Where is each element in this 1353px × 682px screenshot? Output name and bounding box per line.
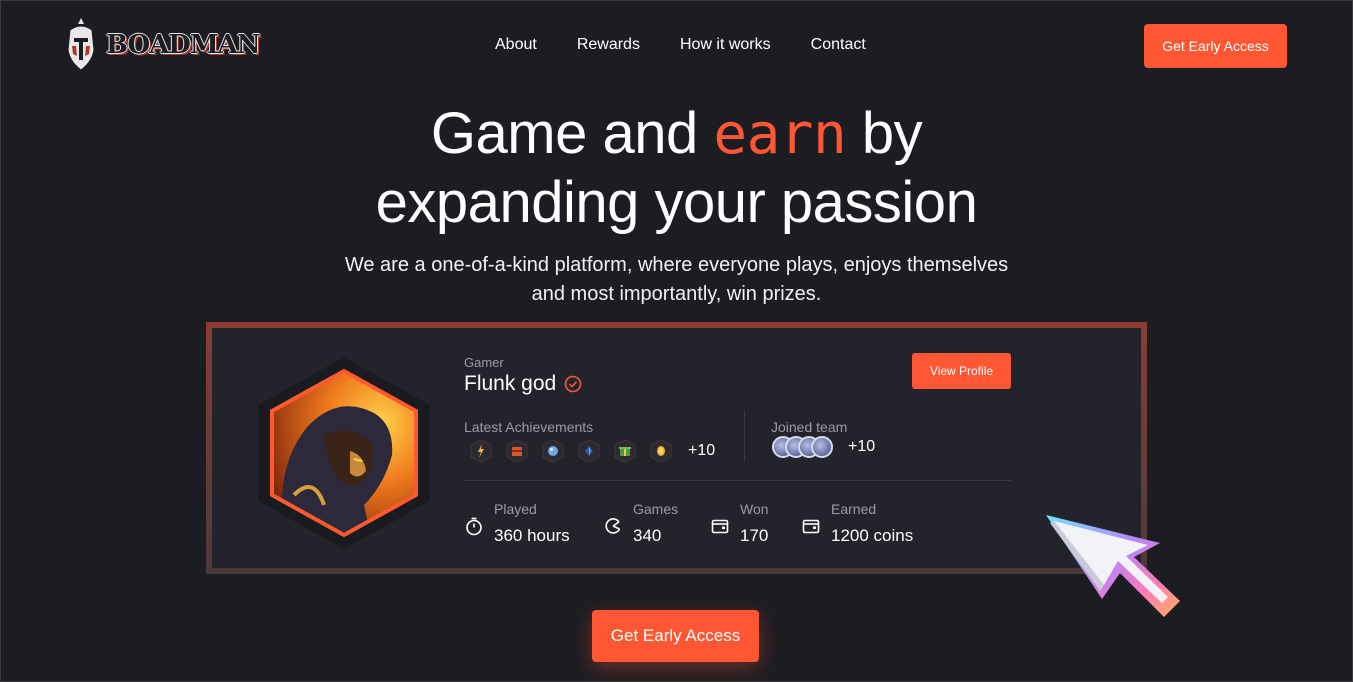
hero-title-start: Game and: [430, 101, 714, 166]
team-member-avatar[interactable]: [811, 436, 833, 458]
stat-won: Won 170: [710, 500, 769, 546]
brand-logo[interactable]: BOADMAN: [62, 16, 261, 74]
hero-subtitle-line2: and most importantly, win prizes.: [531, 283, 822, 305]
hero-title-accent: earn: [713, 102, 847, 167]
view-profile-button[interactable]: View Profile: [912, 353, 1011, 389]
gamer-name-row: Flunk god: [464, 372, 582, 396]
stat-won-value: 170: [740, 526, 769, 545]
nav-contact[interactable]: Contact: [811, 36, 866, 54]
stat-earned-value: 1200 coins: [831, 526, 914, 545]
profile-card-frame: Gamer Flunk god View Profile Latest Achi…: [206, 322, 1147, 574]
header-early-access-button[interactable]: Get Early Access: [1144, 24, 1287, 68]
team-avatars: +10: [772, 436, 875, 458]
achievements-label: Latest Achievements: [464, 419, 594, 435]
nav-about[interactable]: About: [495, 36, 537, 54]
gem-badge-icon[interactable]: [578, 439, 600, 463]
verified-check-icon: [564, 375, 582, 393]
early-access-cta-button[interactable]: Get Early Access: [592, 610, 759, 662]
wallet-icon: [802, 519, 820, 534]
orb-badge-icon[interactable]: [542, 439, 564, 463]
stat-played: Played 360 hours: [464, 500, 570, 546]
hero-title-line2: expanding your passion: [375, 170, 978, 235]
achievements-list: +10: [470, 439, 715, 463]
stat-earned: Earned 1200 coins: [801, 500, 913, 546]
main-nav: About Rewards How it works Contact: [495, 36, 866, 54]
stat-games: Games 340: [603, 500, 678, 546]
hero-title: Game and earn by expanding your passion: [0, 100, 1353, 237]
hero-subtitle-line1: We are a one-of-a-kind platform, where e…: [344, 254, 1009, 276]
gamer-name: Flunk god: [464, 372, 557, 395]
pie-icon: [605, 518, 621, 534]
coin-badge-icon[interactable]: [650, 439, 672, 463]
nav-how-it-works[interactable]: How it works: [680, 36, 771, 54]
team-more-count[interactable]: +10: [848, 438, 875, 456]
gamer-avatar: [258, 357, 430, 549]
cursor-pointer-icon: [1046, 515, 1180, 617]
chest-badge-icon[interactable]: [506, 439, 528, 463]
joined-team-label: Joined team: [771, 419, 848, 435]
lightning-badge-icon[interactable]: [470, 439, 492, 463]
section-divider-vertical: [744, 410, 745, 462]
stat-earned-label: Earned: [831, 501, 877, 517]
profile-card: Gamer Flunk god View Profile Latest Achi…: [212, 328, 1141, 568]
stat-games-label: Games: [633, 501, 679, 517]
helmet-icon: [67, 18, 95, 71]
stat-games-value: 340: [633, 526, 662, 545]
gift-badge-icon[interactable]: [614, 439, 636, 463]
hero-subtitle: We are a one-of-a-kind platform, where e…: [0, 251, 1353, 309]
stat-played-label: Played: [494, 501, 537, 517]
stat-played-value: 360 hours: [494, 526, 570, 545]
brand-name: BOADMAN: [106, 30, 261, 60]
hero-title-end: by: [846, 101, 923, 166]
stat-won-label: Won: [740, 501, 769, 517]
section-divider-horizontal: [464, 480, 1011, 481]
stopwatch-icon: [466, 517, 482, 536]
gamer-role-label: Gamer: [464, 355, 504, 370]
wallet-icon: [711, 519, 729, 534]
nav-rewards[interactable]: Rewards: [577, 36, 640, 54]
achievements-more-count[interactable]: +10: [688, 442, 715, 460]
